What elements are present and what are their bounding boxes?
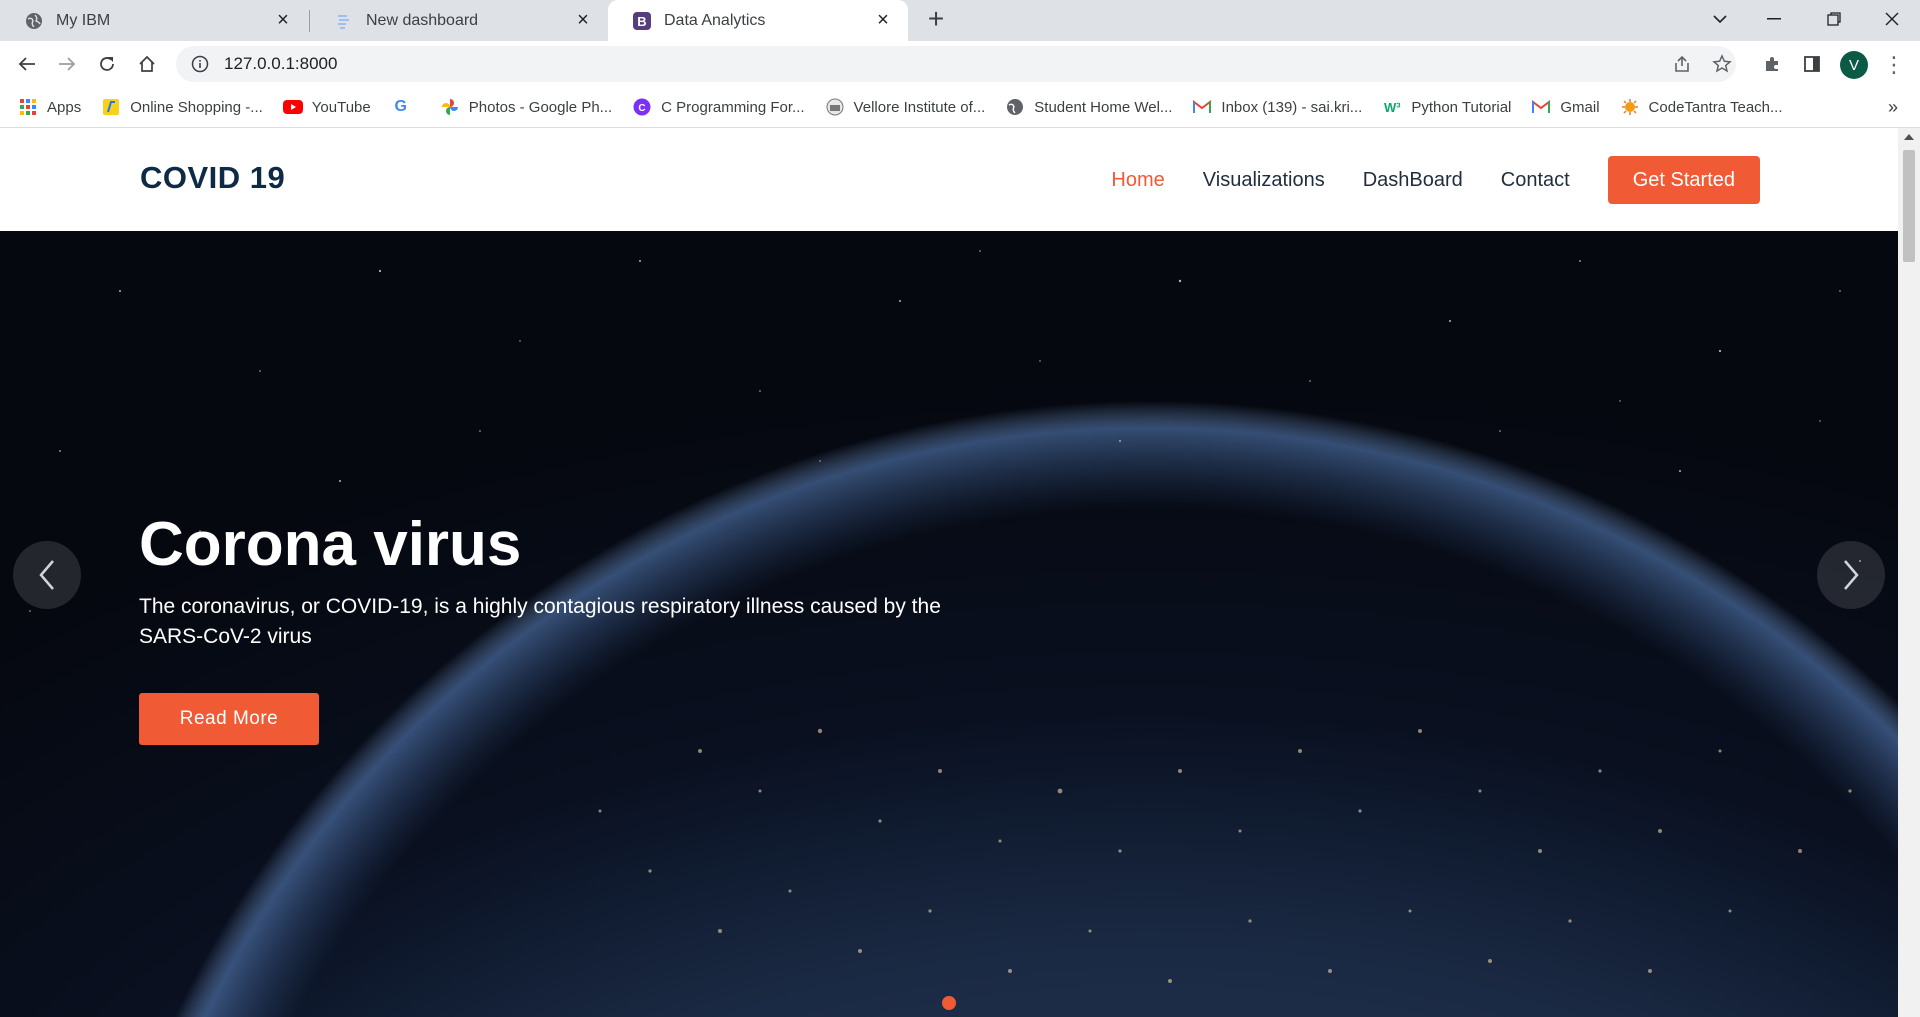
tab-new-dashboard[interactable]: New dashboard × [310,0,608,41]
bookmark-label: Photos - Google Ph... [468,98,613,116]
bookmark-label: Gmail [1560,98,1600,116]
photos-icon [440,97,460,117]
svg-text:C: C [639,103,646,114]
carousel-prev-button[interactable] [13,541,81,609]
bootstrap-b-icon: B [632,11,652,31]
extensions-puzzle-icon[interactable] [1757,49,1787,79]
hero-title: Corona virus [139,510,522,579]
bookmark-apps[interactable]: Apps [18,97,81,117]
svg-text:B: B [637,14,646,29]
bookmark-label: Online Shopping -... [130,98,263,116]
site-logo[interactable]: COVID 19 [140,160,285,196]
nav-contact[interactable]: Contact [1501,169,1570,192]
bookmark-label: Student Home Wel... [1034,98,1173,116]
browser-toolbar: 127.0.0.1:8000 V ⋮ [0,41,1920,87]
bookmark-inbox[interactable]: Inbox (139) - sai.kri... [1192,97,1362,117]
close-icon[interactable]: × [572,9,594,32]
read-more-button[interactable]: Read More [139,693,319,745]
site-header: COVID 19 Home Visualizations DashBoard C… [0,128,1898,231]
nav-dashboard[interactable]: DashBoard [1363,169,1463,192]
close-icon[interactable]: × [272,9,294,32]
bookmark-google[interactable]: G [391,97,420,117]
browser-tab-strip: My IBM × New dashboard × B Data Analytic… [0,0,1920,41]
tab-my-ibm[interactable]: My IBM × [0,0,308,41]
bookmarks-bar: Apps Online Shopping -... YouTube G Phot… [0,87,1920,128]
page-viewport: COVID 19 Home Visualizations DashBoard C… [0,128,1898,1017]
bookmark-google-photos[interactable]: Photos - Google Ph... [440,97,612,117]
carousel-indicator-active[interactable] [942,996,956,1010]
bookmark-star-icon[interactable] [1707,49,1737,79]
address-bar[interactable]: 127.0.0.1:8000 [176,46,1736,82]
main-nav: Home Visualizations DashBoard Contact Ge… [1073,156,1760,204]
bookmark-label: Python Tutorial [1411,98,1512,116]
apps-grid-icon [18,97,38,117]
bookmark-python-tutorial[interactable]: W³ Python Tutorial [1382,97,1511,117]
nav-visualizations[interactable]: Visualizations [1203,169,1325,192]
bookmarks-overflow-icon[interactable]: » [1888,97,1898,118]
bookmark-label: CodeTantra Teach... [1648,98,1783,116]
new-tab-button[interactable]: + [922,5,950,34]
hero-carousel: Corona virus The coronavirus, or COVID-1… [0,231,1898,1017]
dashboard-icon [334,11,354,31]
scroll-up-arrow-icon[interactable] [1904,134,1914,140]
bookmark-label: Vellore Institute of... [853,98,986,116]
w3-icon: W³ [1384,99,1401,115]
hero-description: The coronavirus, or COVID-19, is a highl… [139,595,941,648]
tab-search-chevron-icon[interactable] [1696,0,1744,38]
back-arrow-icon[interactable] [12,49,42,79]
bookmark-student-home[interactable]: Student Home Wel... [1005,97,1172,117]
chevron-left-icon [39,560,54,590]
gmail-icon [1531,97,1551,117]
scrollbar-thumb[interactable] [1903,150,1915,262]
share-icon[interactable] [1667,49,1697,79]
chevron-right-icon [1844,560,1859,590]
page-scrollbar[interactable] [1898,128,1920,1017]
menu-kebab-icon[interactable]: ⋮ [1880,51,1908,79]
globe-icon [1005,97,1025,117]
carousel-next-button[interactable] [1817,541,1885,609]
get-started-button[interactable]: Get Started [1607,156,1760,204]
forward-arrow-icon[interactable] [52,49,82,79]
google-icon: G [394,98,407,115]
nav-home[interactable]: Home [1111,169,1164,192]
c-programming-icon: C [632,97,652,117]
flipkart-icon [101,97,121,117]
close-window-icon[interactable] [1868,0,1916,38]
bookmark-gmail[interactable]: Gmail [1531,97,1600,117]
vit-icon [825,97,845,117]
bookmark-label: YouTube [311,98,371,116]
codetantra-icon [1620,97,1640,117]
url-text: 127.0.0.1:8000 [224,54,338,73]
restore-icon[interactable] [1810,0,1858,38]
gmail-icon [1192,97,1212,117]
bookmark-label: C Programming For... [661,98,805,116]
bookmark-codetantra[interactable]: CodeTantra Teach... [1620,97,1783,117]
globe-icon [24,11,44,31]
site-info-icon[interactable] [190,54,210,74]
tab-data-analytics[interactable]: B Data Analytics × [608,0,908,41]
tab-title: Data Analytics [664,11,766,29]
bookmark-label: Inbox (139) - sai.kri... [1221,98,1363,116]
bookmark-label: Apps [47,98,82,116]
close-icon[interactable]: × [872,9,894,32]
bookmark-c-programming[interactable]: C C Programming For... [632,97,805,117]
tab-title: New dashboard [366,11,479,29]
youtube-icon [282,97,303,117]
side-panel-icon[interactable] [1797,49,1827,79]
reload-icon[interactable] [92,49,122,79]
tab-title: My IBM [56,11,111,29]
home-icon[interactable] [132,49,162,79]
profile-avatar[interactable]: V [1840,51,1868,79]
bookmark-online-shopping[interactable]: Online Shopping -... [101,97,263,117]
minimize-icon[interactable] [1750,0,1798,38]
bookmark-youtube[interactable]: YouTube [282,97,371,117]
bookmark-vellore[interactable]: Vellore Institute of... [825,97,986,117]
